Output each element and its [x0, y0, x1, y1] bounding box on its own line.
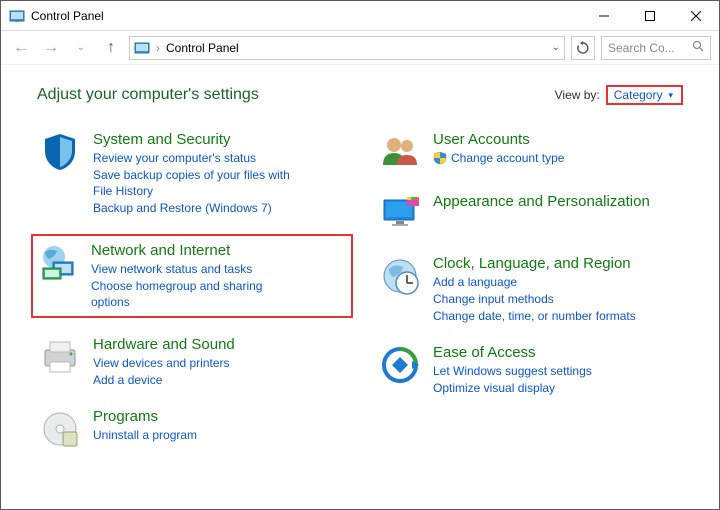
chevron-down-icon[interactable]: ⌄: [552, 42, 560, 53]
category-sublink[interactable]: Choose homegroup and sharing options: [91, 278, 301, 310]
monitor-icon: [379, 193, 421, 235]
category-sublink[interactable]: Optimize visual display: [433, 380, 592, 396]
category-sublink[interactable]: Let Windows suggest settings: [433, 363, 592, 379]
category-title[interactable]: Hardware and Sound: [93, 336, 235, 354]
page-title: Adjust your computer's settings: [37, 86, 555, 104]
chevron-right-icon: ›: [156, 41, 160, 55]
category-sublink[interactable]: Review your computer's status: [93, 150, 303, 166]
chevron-down-icon: ▾: [668, 90, 673, 101]
category-sublink[interactable]: Add a language: [433, 274, 636, 290]
search-icon: [692, 40, 704, 55]
window-buttons: [581, 1, 719, 31]
category-user-accounts: User Accounts Change account type: [377, 129, 683, 175]
category-appearance-personalization: Appearance and Personalization: [377, 191, 683, 237]
category-title[interactable]: Programs: [93, 408, 197, 426]
category-title[interactable]: Ease of Access: [433, 344, 592, 362]
control-panel-icon: [134, 40, 150, 56]
category-clock-language-region: Clock, Language, and Region Add a langua…: [377, 253, 683, 326]
category-network-internet: Network and Internet View network status…: [31, 234, 353, 318]
category-title[interactable]: User Accounts: [433, 131, 564, 149]
category-sublink[interactable]: Backup and Restore (Windows 7): [93, 200, 303, 216]
category-sublink[interactable]: View network status and tasks: [91, 261, 301, 277]
maximize-button[interactable]: [627, 1, 673, 31]
left-column: System and Security Review your computer…: [37, 129, 343, 452]
shield-icon: [39, 131, 81, 173]
category-system-security: System and Security Review your computer…: [37, 129, 343, 218]
header-row: Adjust your computer's settings View by:…: [37, 85, 683, 105]
category-grid: System and Security Review your computer…: [37, 129, 683, 452]
category-sublink[interactable]: Add a device: [93, 372, 235, 388]
globe-network-icon: [37, 242, 79, 284]
titlebar: Control Panel: [1, 1, 719, 31]
category-sublink[interactable]: Uninstall a program: [93, 427, 197, 443]
up-button[interactable]: ↑: [99, 36, 123, 60]
search-placeholder: Search Co...: [608, 41, 675, 55]
users-icon: [379, 131, 421, 173]
content: Adjust your computer's settings View by:…: [1, 65, 719, 462]
category-sublink[interactable]: Change account type: [433, 150, 564, 166]
search-input[interactable]: Search Co...: [601, 36, 711, 60]
category-title[interactable]: Appearance and Personalization: [433, 193, 650, 211]
address-bar[interactable]: › Control Panel ⌄: [129, 36, 565, 60]
printer-icon: [39, 336, 81, 378]
right-column: User Accounts Change account type Appear…: [377, 129, 683, 452]
category-sublink[interactable]: Save backup copies of your files with Fi…: [93, 167, 303, 199]
viewby-value: Category: [614, 88, 663, 102]
breadcrumb-location[interactable]: Control Panel: [166, 41, 239, 55]
category-sublink[interactable]: Change date, time, or number formats: [433, 308, 636, 324]
refresh-button[interactable]: [571, 36, 595, 60]
viewby-dropdown[interactable]: Category ▾: [606, 85, 683, 105]
minimize-button[interactable]: [581, 1, 627, 31]
navbar: ← → ⌄ ↑ › Control Panel ⌄ Search Co...: [1, 31, 719, 65]
close-button[interactable]: [673, 1, 719, 31]
back-button[interactable]: ←: [9, 36, 33, 60]
category-ease-of-access: Ease of Access Let Windows suggest setti…: [377, 342, 683, 398]
category-title[interactable]: Network and Internet: [91, 242, 301, 260]
category-title[interactable]: Clock, Language, and Region: [433, 255, 636, 273]
window-title: Control Panel: [31, 9, 581, 23]
category-programs: Programs Uninstall a program: [37, 406, 343, 452]
category-title[interactable]: System and Security: [93, 131, 303, 149]
ease-of-access-icon: [379, 344, 421, 386]
clock-globe-icon: [379, 255, 421, 297]
recent-dropdown[interactable]: ⌄: [69, 36, 93, 60]
uac-shield-icon: [433, 151, 447, 165]
control-panel-icon: [9, 8, 25, 24]
viewby-label: View by:: [555, 88, 600, 102]
category-sublink[interactable]: Change input methods: [433, 291, 636, 307]
category-hardware-sound: Hardware and Sound View devices and prin…: [37, 334, 343, 390]
forward-button[interactable]: →: [39, 36, 63, 60]
disc-icon: [39, 408, 81, 450]
category-sublink[interactable]: View devices and printers: [93, 355, 235, 371]
